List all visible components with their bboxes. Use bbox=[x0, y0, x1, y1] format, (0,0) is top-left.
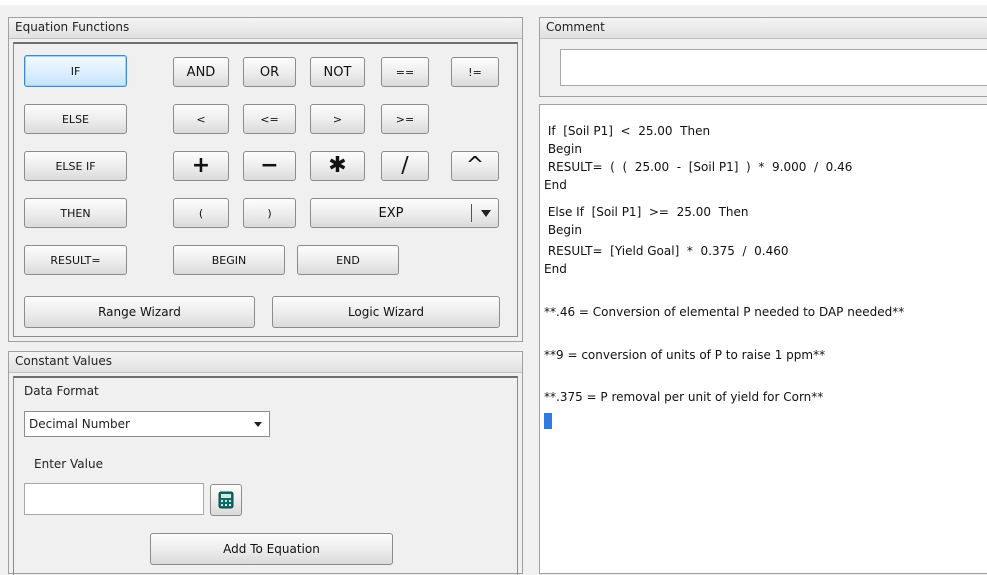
divide-button[interactable]: ∕ bbox=[381, 151, 429, 181]
data-format-select[interactable]: Decimal Number bbox=[24, 411, 270, 437]
editor-line: Else If [Soil P1] >= 25.00 Then bbox=[544, 205, 749, 219]
minus-button[interactable]: − bbox=[243, 151, 296, 181]
enter-value-label: Enter Value bbox=[34, 457, 103, 471]
else-if-button[interactable]: ELSE IF bbox=[24, 151, 127, 181]
editor-line: End bbox=[544, 262, 567, 276]
exp-button[interactable]: EXP bbox=[310, 198, 499, 228]
add-to-equation-button[interactable]: Add To Equation bbox=[150, 533, 393, 565]
chevron-down-icon[interactable] bbox=[481, 210, 491, 217]
plus-button[interactable]: + bbox=[173, 151, 229, 181]
constant-values-title: Constant Values bbox=[9, 352, 522, 373]
editor-line: **9 = conversion of units of P to raise … bbox=[544, 348, 826, 362]
data-format-label: Data Format bbox=[24, 384, 99, 398]
less-than-button[interactable]: < bbox=[173, 104, 229, 134]
not-equals-button[interactable]: != bbox=[451, 57, 499, 87]
chevron-down-icon bbox=[254, 422, 262, 427]
else-button[interactable]: ELSE bbox=[24, 104, 127, 134]
exp-label: EXP bbox=[378, 205, 404, 221]
comment-title: Comment bbox=[540, 18, 987, 39]
begin-button[interactable]: BEGIN bbox=[173, 245, 285, 275]
logic-wizard-button[interactable]: Logic Wizard bbox=[272, 296, 500, 328]
editor-line: RESULT= ( ( 25.00 - [Soil P1] ) * 9.000 … bbox=[544, 160, 853, 174]
top-strip bbox=[0, 0, 987, 5]
greater-equal-button[interactable]: >= bbox=[381, 104, 429, 134]
editor-line: RESULT= [Yield Goal] * 0.375 / 0.460 bbox=[544, 244, 789, 258]
result-button[interactable]: RESULT= bbox=[24, 245, 127, 275]
equals-button[interactable]: == bbox=[381, 57, 429, 87]
exp-dropdown-separator bbox=[471, 204, 472, 222]
editor-line: Begin bbox=[544, 223, 582, 237]
not-button[interactable]: NOT bbox=[310, 57, 365, 87]
editor-line: End bbox=[544, 178, 567, 192]
value-input[interactable] bbox=[24, 483, 204, 515]
if-button[interactable]: IF bbox=[24, 55, 127, 87]
text-cursor bbox=[544, 413, 552, 429]
power-button[interactable]: ^ bbox=[451, 151, 499, 181]
equation-functions-title: Equation Functions bbox=[9, 18, 522, 39]
editor-line: Begin bbox=[544, 142, 582, 156]
data-format-value: Decimal Number bbox=[29, 417, 130, 431]
calculator-icon bbox=[218, 491, 234, 509]
multiply-button[interactable]: ✱ bbox=[310, 151, 365, 181]
open-paren-button[interactable]: ( bbox=[173, 198, 229, 228]
close-paren-button[interactable]: ) bbox=[243, 198, 296, 228]
less-equal-button[interactable]: <= bbox=[243, 104, 296, 134]
or-button[interactable]: OR bbox=[243, 57, 296, 87]
equation-editor[interactable]: If [Soil P1] < 25.00 Then Begin RESULT= … bbox=[539, 104, 987, 574]
and-button[interactable]: AND bbox=[173, 57, 229, 87]
end-button[interactable]: END bbox=[297, 245, 399, 275]
editor-line: If [Soil P1] < 25.00 Then bbox=[544, 124, 711, 138]
editor-line: **.46 = Conversion of elemental P needed… bbox=[544, 305, 905, 319]
greater-than-button[interactable]: > bbox=[310, 104, 365, 134]
then-button[interactable]: THEN bbox=[24, 198, 127, 228]
editor-line: **.375 = P removal per unit of yield for… bbox=[544, 390, 824, 404]
calculator-button[interactable] bbox=[210, 484, 242, 516]
range-wizard-button[interactable]: Range Wizard bbox=[24, 296, 255, 328]
comment-input[interactable] bbox=[560, 49, 987, 86]
